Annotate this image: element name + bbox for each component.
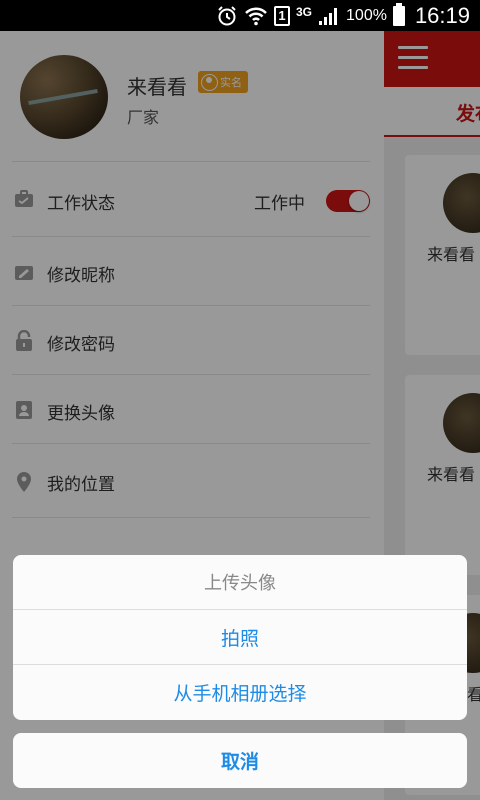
battery-percent: 100% [346, 6, 387, 24]
clock: 16:19 [414, 2, 470, 28]
alarm-icon [216, 5, 238, 27]
cancel-button[interactable]: 取消 [13, 733, 467, 788]
network-type-label: 3G [296, 4, 313, 19]
upload-avatar-action-sheet: 上传头像 拍照 从手机相册选择 [13, 555, 467, 720]
battery-icon [392, 2, 405, 26]
action-sheet-title: 上传头像 [13, 555, 467, 610]
choose-from-album-button[interactable]: 从手机相册选择 [13, 665, 467, 720]
sim-icon: 1 [274, 5, 290, 26]
status-bar: 1 3G 100% 16:19 [0, 0, 480, 31]
wifi-icon [244, 5, 268, 27]
take-photo-button[interactable]: 拍照 [13, 610, 467, 665]
signal-icon [318, 5, 340, 27]
